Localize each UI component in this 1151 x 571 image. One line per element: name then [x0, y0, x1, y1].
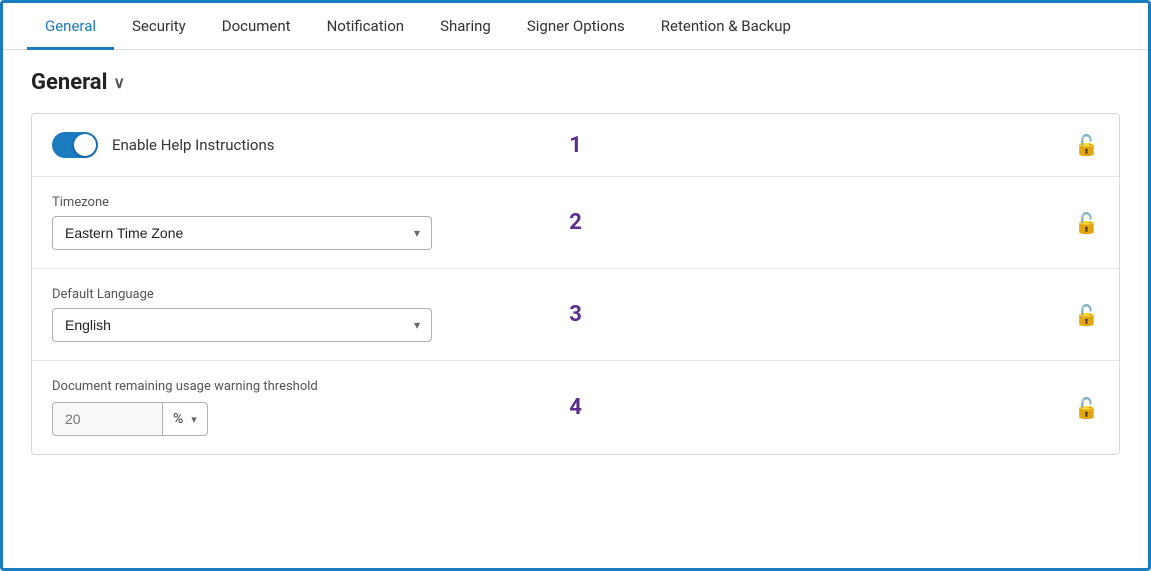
timezone-label: Timezone — [52, 195, 432, 210]
tab-sharing[interactable]: Sharing — [422, 3, 509, 50]
row-number-2: 2 — [569, 210, 582, 235]
app-window: General Security Document Notification S… — [0, 0, 1151, 571]
threshold-unit-value: % — [173, 411, 183, 427]
setting-row-4: Document remaining usage warning thresho… — [32, 361, 1119, 454]
toggle-label: Enable Help Instructions — [112, 136, 275, 154]
row-number-4: 4 — [569, 395, 582, 420]
toggle-group: Enable Help Instructions — [52, 132, 275, 158]
language-group: Default Language English Spanish French … — [52, 287, 432, 342]
timezone-group: Timezone Eastern Time Zone Central Time … — [52, 195, 432, 250]
tab-security[interactable]: Security — [114, 3, 204, 50]
setting-row-1: Enable Help Instructions 1 🔓 — [32, 114, 1119, 177]
timezone-select-wrapper: Eastern Time Zone Central Time Zone Moun… — [52, 216, 432, 250]
threshold-unit-select[interactable]: % ▾ — [162, 402, 208, 436]
language-select[interactable]: English Spanish French — [52, 308, 432, 342]
page-title-text: General — [31, 70, 107, 95]
timezone-select[interactable]: Eastern Time Zone Central Time Zone Moun… — [52, 216, 432, 250]
tab-general[interactable]: General — [27, 3, 114, 50]
lock-icon-4[interactable]: 🔓 — [1074, 396, 1099, 420]
content-area: General ∨ Enable Help Instructions 1 🔓 T… — [3, 50, 1148, 568]
lock-icon-2[interactable]: 🔓 — [1074, 211, 1099, 235]
row-number-1: 1 — [569, 133, 582, 158]
threshold-group: Document remaining usage warning thresho… — [52, 379, 318, 436]
enable-help-toggle[interactable] — [52, 132, 98, 158]
language-label: Default Language — [52, 287, 432, 302]
lock-icon-1[interactable]: 🔓 — [1074, 133, 1099, 157]
tab-document[interactable]: Document — [204, 3, 309, 50]
row-number-3: 3 — [569, 302, 582, 327]
lock-icon-3[interactable]: 🔓 — [1074, 303, 1099, 327]
settings-section: Enable Help Instructions 1 🔓 Timezone Ea… — [31, 113, 1120, 455]
threshold-inputs: % ▾ — [52, 402, 318, 436]
threshold-unit-chevron-icon: ▾ — [191, 413, 197, 426]
tab-signer-options[interactable]: Signer Options — [509, 3, 643, 50]
tab-notification[interactable]: Notification — [309, 3, 423, 50]
tab-bar: General Security Document Notification S… — [3, 3, 1148, 50]
page-title-chevron[interactable]: ∨ — [113, 73, 125, 92]
setting-row-2: Timezone Eastern Time Zone Central Time … — [32, 177, 1119, 269]
tab-retention-backup[interactable]: Retention & Backup — [643, 3, 809, 50]
setting-row-3: Default Language English Spanish French … — [32, 269, 1119, 361]
threshold-label: Document remaining usage warning thresho… — [52, 379, 318, 394]
language-select-wrapper: English Spanish French ▾ — [52, 308, 432, 342]
threshold-number-input[interactable] — [52, 402, 162, 436]
page-title: General ∨ — [31, 70, 1120, 95]
